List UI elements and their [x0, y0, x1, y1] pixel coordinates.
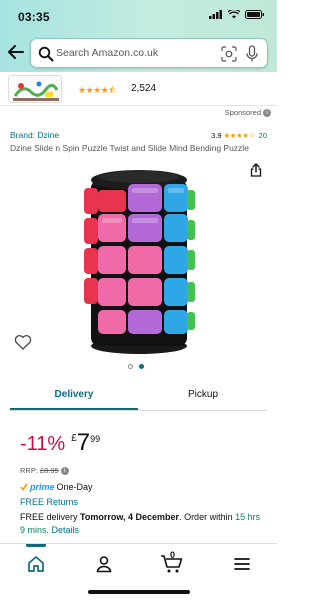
- menu-icon[interactable]: [232, 554, 252, 574]
- store-logo-thumbnail: [8, 75, 62, 103]
- product-rating[interactable]: 3.9 ★★★★☆ 20: [211, 131, 267, 140]
- image-carousel-dots[interactable]: [128, 364, 144, 369]
- search-row: Search Amazon.co.uk: [0, 38, 277, 68]
- tab-pickup[interactable]: Pickup: [139, 382, 267, 410]
- back-arrow-icon[interactable]: [6, 42, 26, 62]
- store-star-rating: ★★★★⯪: [78, 85, 117, 95]
- store-rating-count: 2,524: [131, 83, 157, 94]
- tabs-divider: [10, 410, 267, 411]
- price-block: -11% £ 7 99: [20, 429, 101, 462]
- wishlist-heart-icon[interactable]: [14, 334, 32, 350]
- status-time: 03:35: [18, 10, 50, 24]
- search-icon: [38, 46, 54, 62]
- wifi-icon: [228, 10, 240, 19]
- delivery-date: Tomorrow, 4 December: [80, 512, 180, 522]
- app-header: 03:35 Search Amazon.co.uk: [0, 0, 277, 72]
- rating-count: 20: [258, 131, 267, 140]
- microphone-icon[interactable]: [245, 45, 259, 63]
- status-bar: 03:35: [0, 0, 277, 34]
- free-returns-link[interactable]: FREE Returns: [20, 497, 78, 507]
- rating-stars: ★★★★☆: [223, 131, 256, 140]
- info-icon: i: [263, 108, 271, 117]
- prime-word: prime: [30, 482, 55, 492]
- carousel-dot[interactable]: [128, 364, 133, 369]
- rrp-value: £8.95: [39, 466, 59, 475]
- price-fraction: 99: [90, 434, 101, 444]
- discount-percent: -11%: [20, 433, 66, 455]
- home-icon[interactable]: [26, 554, 46, 574]
- rrp-line: RRP: £8.95 i: [20, 466, 69, 475]
- cart-count: 0: [170, 550, 176, 560]
- delivery-message: FREE delivery Tomorrow, 4 December. Orde…: [20, 512, 261, 535]
- prime-label: One-Day: [56, 482, 93, 492]
- search-input[interactable]: Search Amazon.co.uk: [30, 38, 268, 68]
- sponsored-store-banner[interactable]: ★★★★⯪ 2,524: [0, 72, 277, 106]
- search-placeholder: Search Amazon.co.uk: [56, 47, 159, 59]
- delivery-details-link[interactable]: Details: [52, 525, 80, 535]
- camera-scan-icon[interactable]: [221, 46, 237, 62]
- cart-button[interactable]: 0: [160, 550, 186, 574]
- prime-badge: prime One-Day: [20, 482, 93, 492]
- rrp-label: RRP:: [20, 466, 38, 475]
- signal-icon: [209, 10, 222, 19]
- status-icons: [209, 10, 265, 19]
- account-icon[interactable]: [94, 554, 114, 574]
- battery-icon: [245, 10, 264, 19]
- info-icon[interactable]: i: [60, 466, 69, 475]
- home-indicator-bar: [88, 590, 190, 594]
- share-icon[interactable]: [249, 163, 263, 177]
- carousel-dot-active[interactable]: [139, 364, 144, 369]
- product-image[interactable]: [74, 166, 204, 356]
- rating-value: 3.9: [211, 131, 222, 140]
- tab-delivery[interactable]: Delivery: [10, 382, 138, 410]
- active-tab-indicator: [26, 544, 46, 547]
- prime-check-icon: [20, 483, 28, 491]
- brand-link[interactable]: Brand: Dzine: [10, 130, 59, 140]
- product-title: Dzine Slide n Spin Puzzle Twist and Slid…: [10, 143, 249, 153]
- fulfilment-tabs: Delivery Pickup: [10, 382, 267, 412]
- sponsored-label[interactable]: Sponsored i: [225, 108, 271, 117]
- price-whole: 7: [76, 429, 91, 456]
